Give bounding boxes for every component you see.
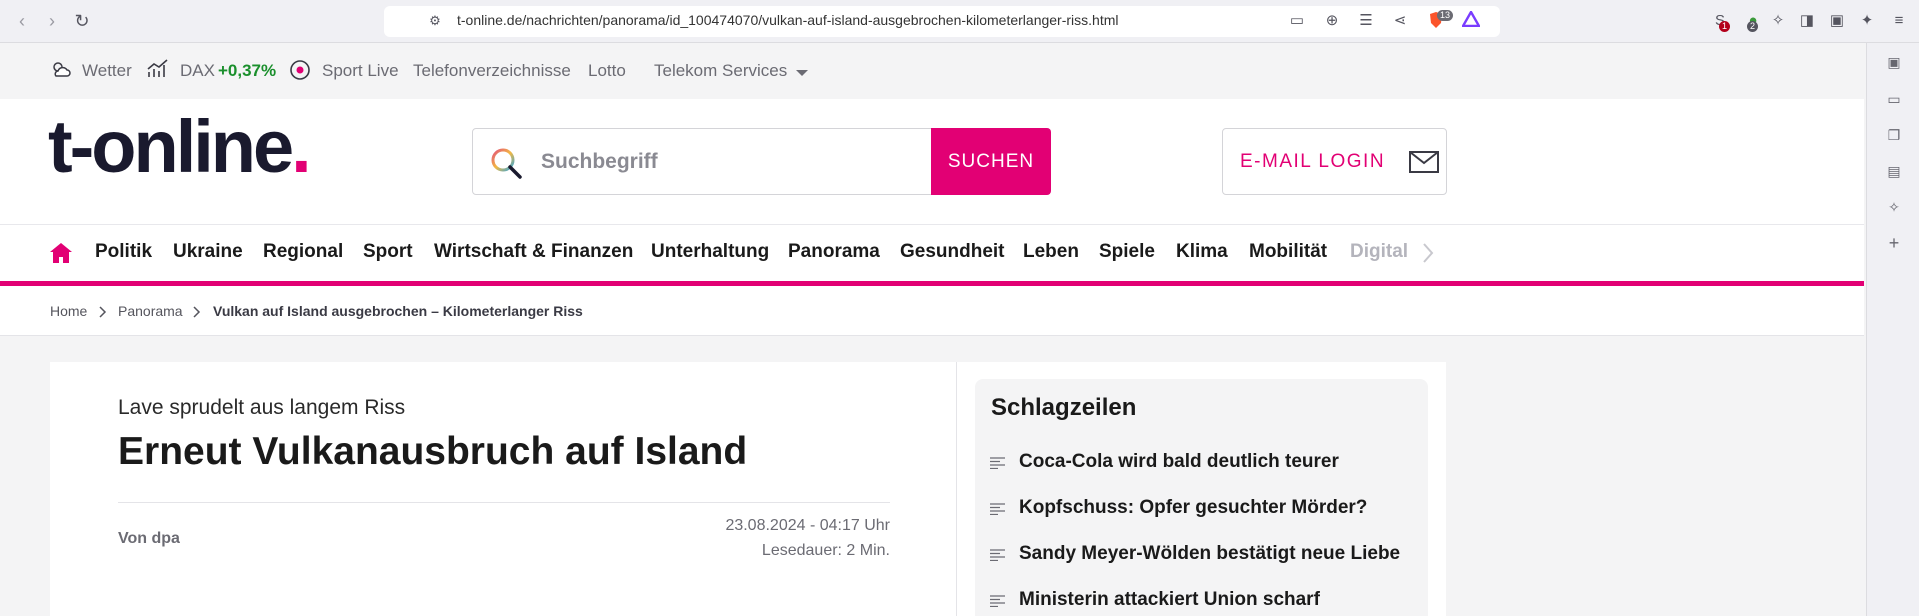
breadcrumb-chevron-icon [193, 305, 201, 321]
reload-icon[interactable]: ↻ [70, 9, 94, 33]
sport-live-link[interactable]: Sport Live [322, 61, 399, 81]
sidebar-toggle-icon[interactable]: ◨ [1797, 11, 1817, 31]
site-settings-icon[interactable]: ⚙ [425, 11, 445, 31]
webpage: Wetter DAX +0,37% Sport Live Telefonverz… [0, 43, 1864, 616]
headline-text[interactable]: Sandy Meyer-Wölden bestätigt neue Liebe [1019, 543, 1400, 565]
chart-icon [147, 59, 169, 84]
article-divider [118, 502, 890, 503]
article-card: Lave sprudelt aus langem Riss Erneut Vul… [50, 362, 957, 616]
email-login-label: E-MAIL LOGIN [1240, 151, 1386, 172]
dax-label[interactable]: DAX [180, 61, 215, 81]
nav-item-politik[interactable]: Politik [95, 241, 152, 263]
cast-icon[interactable]: ▭ [1287, 11, 1307, 31]
extensions-icon[interactable]: ✧ [1768, 11, 1788, 31]
chevron-right-icon[interactable] [1422, 242, 1434, 269]
article-kicker: Lave sprudelt aus langem Riss [118, 396, 406, 419]
headline-item[interactable]: Kopfschuss: Opfer gesuchter Mörder? [990, 497, 1411, 521]
headline-item[interactable]: Sandy Meyer-Wölden bestätigt neue Liebe [990, 543, 1411, 567]
add-icon[interactable]: + [1885, 234, 1903, 252]
headline-item[interactable]: Ministerin attackiert Union scharf [990, 589, 1411, 613]
site-logo[interactable]: t-online. [48, 104, 312, 189]
video-icon[interactable]: ▭ [1885, 90, 1903, 108]
leo-sidebar-icon[interactable]: ✧ [1885, 198, 1903, 216]
leo-icon[interactable]: ✦ [1857, 11, 1877, 31]
nav-item-mobilitaet[interactable]: Mobilität [1249, 241, 1327, 263]
dax-value[interactable]: +0,37% [218, 61, 276, 81]
headlines-box: Schlagzeilen Coca-Cola wird bald deutlic… [975, 379, 1428, 616]
extension-1-badge: 1 [1719, 21, 1731, 32]
rewards-icon[interactable] [1460, 9, 1482, 31]
text-lines-icon [990, 502, 1005, 516]
zoom-icon[interactable]: ⊕ [1322, 11, 1342, 31]
nav-item-leben[interactable]: Leben [1023, 241, 1079, 263]
bookmarks-icon[interactable]: ▤ [1885, 162, 1903, 180]
url-text[interactable]: t-online.de/nachrichten/panorama/id_1004… [457, 12, 1119, 28]
forward-icon[interactable]: › [40, 9, 64, 33]
article-author: Von dpa [118, 530, 180, 547]
telekom-services-dropdown[interactable]: Telekom Services [654, 61, 787, 81]
search-button[interactable]: SUCHEN [931, 128, 1051, 195]
reader-icon[interactable]: ☰ [1356, 11, 1376, 31]
nav-item-sport[interactable]: Sport [363, 241, 413, 263]
headline-text[interactable]: Coca-Cola wird bald deutlich teurer [1019, 451, 1339, 473]
headline-text[interactable]: Kopfschuss: Opfer gesuchter Mörder? [1019, 497, 1367, 519]
article-date: 23.08.2024 - 04:17 Uhr [725, 517, 890, 534]
breadcrumb-current: Vulkan auf Island ausgebrochen – Kilomet… [213, 303, 583, 319]
article-reading-time: Lesedauer: 2 Min. [761, 542, 890, 559]
envelope-icon [1409, 151, 1439, 179]
search-icon [489, 146, 523, 185]
nav-item-panorama[interactable]: Panorama [788, 241, 880, 263]
headline-text[interactable]: Ministerin attackiert Union scharf [1019, 589, 1320, 611]
nav-item-klima[interactable]: Klima [1176, 241, 1228, 263]
breadcrumb-home[interactable]: Home [50, 303, 87, 319]
lotto-link[interactable]: Lotto [588, 61, 626, 81]
breadcrumb: Home Panorama Vulkan auf Island ausgebro… [0, 286, 1864, 336]
browser-toolbar: ‹ › ↻ ⚙ t-online.de/nachrichten/panorama… [0, 0, 1919, 43]
text-lines-icon [990, 594, 1005, 608]
service-bar: Wetter DAX +0,37% Sport Live Telefonverz… [0, 43, 1864, 99]
nav-item-unterhaltung[interactable]: Unterhaltung [651, 241, 769, 263]
wallet-icon[interactable]: ▣ [1827, 11, 1847, 31]
home-icon[interactable] [49, 242, 73, 269]
category-nav: Politik Ukraine Regional Sport Wirtschaf… [0, 224, 1864, 281]
extension-2-badge: 2 [1747, 21, 1759, 32]
nav-item-digital[interactable]: Digital [1350, 241, 1408, 263]
brave-badge: 13 [1437, 10, 1454, 21]
reading-list-icon[interactable]: ❐ [1885, 126, 1903, 144]
share-icon[interactable]: ⋖ [1390, 11, 1410, 31]
nav-item-wirtschaft[interactable]: Wirtschaft & Finanzen [434, 241, 633, 263]
weather-link[interactable]: Wetter [82, 61, 132, 81]
football-icon [289, 59, 311, 86]
nav-item-ukraine[interactable]: Ukraine [173, 241, 243, 263]
email-login-button[interactable]: E-MAIL LOGIN [1222, 128, 1447, 195]
headline-item[interactable]: Coca-Cola wird bald deutlich teurer [990, 451, 1411, 475]
search-placeholder: Suchbegriff [541, 150, 658, 173]
menu-icon[interactable]: ≡ [1889, 11, 1909, 31]
nav-item-regional[interactable]: Regional [263, 241, 343, 263]
search-field[interactable]: Suchbegriff [472, 128, 932, 195]
breadcrumb-chevron-icon [99, 305, 107, 321]
nav-item-spiele[interactable]: Spiele [1099, 241, 1155, 263]
sidebar-column: Schlagzeilen Coca-Cola wird bald deutlic… [957, 362, 1446, 616]
text-lines-icon [990, 456, 1005, 470]
chevron-down-icon[interactable] [795, 63, 809, 83]
back-icon[interactable]: ‹ [10, 9, 34, 33]
article-title: Erneut Vulkanausbruch auf Island [118, 430, 748, 473]
headlines-title: Schlagzeilen [991, 394, 1137, 421]
nav-item-gesundheit[interactable]: Gesundheit [900, 241, 1005, 263]
phonebook-link[interactable]: Telefonverzeichnisse [413, 61, 571, 81]
breadcrumb-section[interactable]: Panorama [118, 303, 183, 319]
browser-sidebar: ▣ ▭ ❐ ▤ ✧ + [1866, 43, 1919, 616]
text-lines-icon [990, 548, 1005, 562]
weather-icon [50, 59, 72, 84]
wallet-sidebar-icon[interactable]: ▣ [1885, 53, 1903, 71]
